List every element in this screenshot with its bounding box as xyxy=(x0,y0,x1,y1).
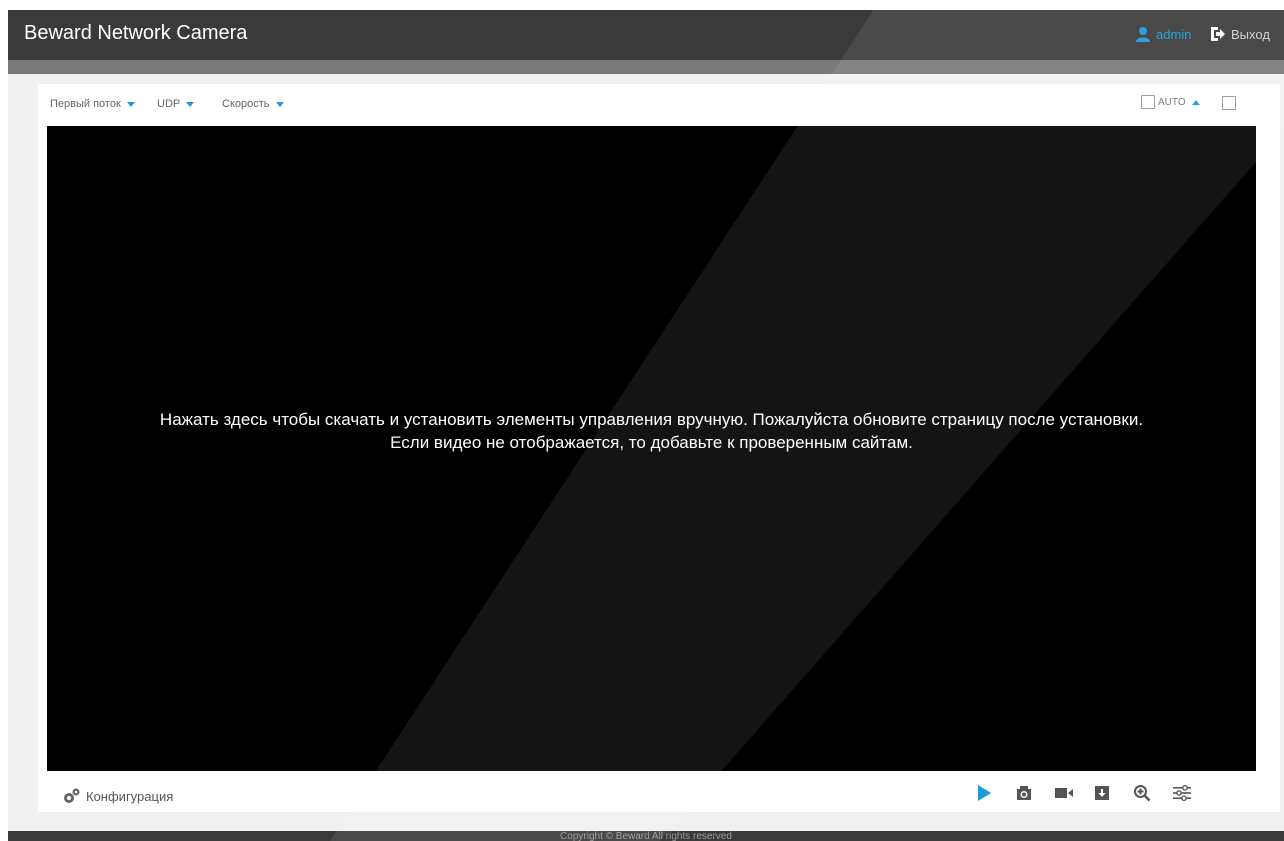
image-settings-button[interactable] xyxy=(1173,784,1191,802)
user-menu[interactable]: admin xyxy=(1135,26,1191,42)
chevron-up-icon xyxy=(1191,99,1200,105)
protocol-label: UDP xyxy=(157,98,181,110)
header-bar: Beward Network Camera admin Выход xyxy=(8,10,1284,60)
config-link[interactable]: Конфигурация xyxy=(62,787,173,805)
gears-icon xyxy=(64,788,80,803)
chevron-down-icon xyxy=(126,101,135,107)
snapshot-button[interactable] xyxy=(1015,784,1033,802)
download-button[interactable] xyxy=(1093,784,1111,802)
app: Beward Network Camera admin Выход Первый… xyxy=(8,10,1284,841)
username: admin xyxy=(1156,26,1192,42)
logout-label: Выход xyxy=(1231,26,1270,42)
record-icon xyxy=(1055,788,1073,798)
config-label: Конфигурация xyxy=(86,788,174,804)
fullscreen-icon[interactable] xyxy=(1222,96,1236,110)
snapshot-icon xyxy=(1017,786,1031,800)
copyright-text: Copyright © Beward All rights reserved xyxy=(560,831,732,841)
scale-icon xyxy=(1141,95,1155,109)
chevron-down-icon xyxy=(275,101,284,107)
user-icon xyxy=(1136,27,1150,42)
live-view-panel: Первый поток UDP Скорость AUTO Нажать зд… xyxy=(38,84,1280,812)
scale-select[interactable]: AUTO xyxy=(1141,95,1200,109)
plugin-message-line-1: Нажать здесь чтобы скачать и установить … xyxy=(159,410,1144,429)
stream-label: Первый поток xyxy=(50,98,121,110)
record-button[interactable] xyxy=(1055,784,1073,802)
sub-header-bar xyxy=(8,60,1284,74)
scale-label: AUTO xyxy=(1158,96,1186,108)
zoom-icon xyxy=(1134,785,1151,802)
speed-label: Скорость xyxy=(222,98,270,110)
chevron-down-icon xyxy=(186,101,195,107)
logout-icon xyxy=(1211,27,1225,41)
play-icon xyxy=(978,785,991,801)
speed-select[interactable]: Скорость xyxy=(222,98,284,110)
footer: Copyright © Beward All rights reserved xyxy=(8,831,1284,841)
logout-link[interactable]: Выход xyxy=(1210,26,1270,42)
plugin-install-message[interactable]: Нажать здесь чтобы скачать и установить … xyxy=(47,408,1256,454)
protocol-select[interactable]: UDP xyxy=(157,98,195,110)
download-icon xyxy=(1095,786,1109,800)
settings-sliders-icon xyxy=(1173,785,1191,801)
stream-toolbar: Первый поток UDP Скорость AUTO xyxy=(38,84,1280,126)
stream-select[interactable]: Первый поток xyxy=(50,98,135,110)
player-controls: Конфигурация xyxy=(38,774,1280,812)
zoom-button[interactable] xyxy=(1133,784,1151,802)
plugin-message-line-2: Если видео не отображается, то добавьте … xyxy=(390,433,913,452)
play-button[interactable] xyxy=(975,784,993,802)
video-area[interactable]: Нажать здесь чтобы скачать и установить … xyxy=(47,126,1256,771)
app-title: Beward Network Camera xyxy=(24,22,248,44)
